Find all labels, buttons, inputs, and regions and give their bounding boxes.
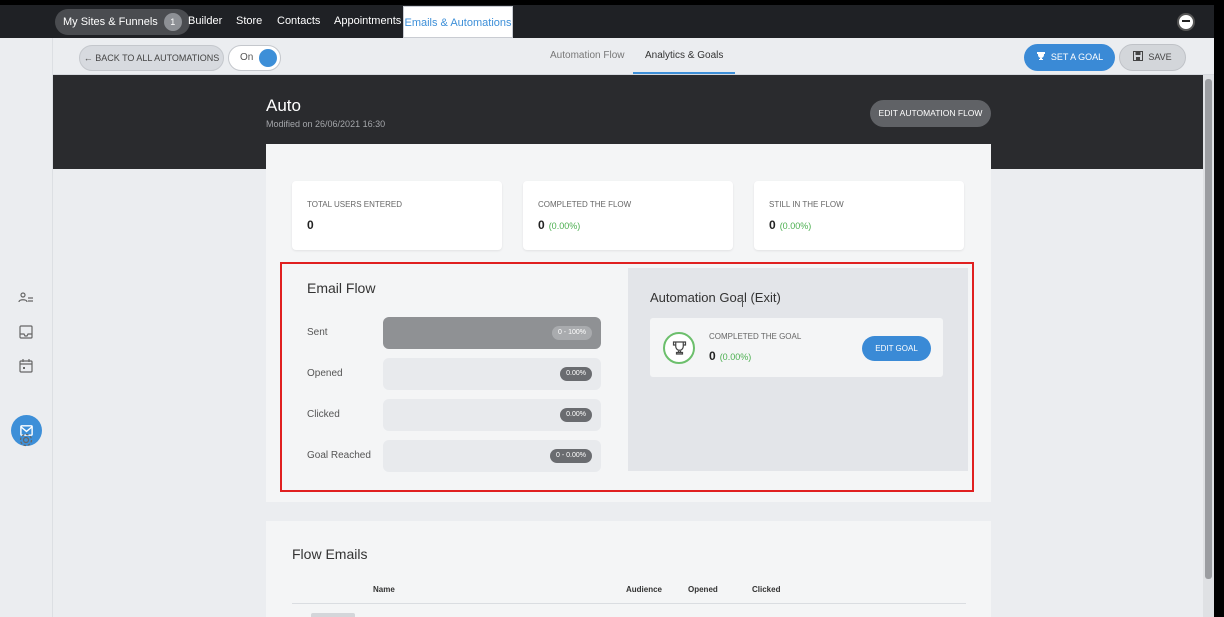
tab-analytics-goals[interactable]: Analytics & Goals [633,38,736,74]
nav-my-sites-funnels[interactable]: My Sites & Funnels 1 [55,9,190,35]
highlight-box [280,262,974,492]
column-header-clicked[interactable]: Clicked [752,585,780,594]
screen-frame: My Sites & Funnels 1 Builder Store Conta… [0,0,1224,617]
stat-value: 0 (0.00%) [769,218,812,232]
nav-contacts[interactable]: Contacts [277,5,320,38]
page-title: Auto [266,96,301,115]
nav-builder[interactable]: Builder [188,5,222,38]
column-header-opened[interactable]: Opened [688,585,718,594]
trophy-icon [1036,52,1045,60]
stat-label: COMPLETED THE FLOW [538,200,632,209]
stat-label: STILL IN THE FLOW [769,200,844,209]
tab-automation-flow[interactable]: Automation Flow [550,38,624,74]
calendar-icon[interactable] [18,358,34,374]
set-a-goal-label: SET A GOAL [1050,52,1104,62]
stat-value: 0 [307,218,314,232]
top-navigation: My Sites & Funnels 1 Builder Store Conta… [0,5,1214,38]
back-to-automations-button[interactable]: ← BACK TO ALL AUTOMATIONS [79,45,224,71]
column-header-audience[interactable]: Audience [626,585,662,594]
gear-icon[interactable] [18,432,34,448]
column-header-name[interactable]: Name [373,585,395,594]
save-label: SAVE [1148,52,1172,62]
set-a-goal-button[interactable]: SET A GOAL [1024,44,1115,71]
toggle-label: On [240,52,254,63]
nav-emails-automations[interactable]: Emails & Automations [403,6,513,38]
left-sidebar [0,38,53,617]
nav-appointments[interactable]: Appointments [334,5,401,38]
toggle-knob [259,49,277,67]
edit-automation-flow-button[interactable]: EDIT AUTOMATION FLOW [870,100,991,127]
sites-count-badge: 1 [163,13,182,31]
save-button[interactable]: SAVE [1119,44,1186,71]
stat-completed-flow: COMPLETED THE FLOW 0 (0.00%) [523,181,733,250]
contacts-people-icon[interactable] [18,290,34,306]
nav-my-sites-label: My Sites & Funnels [63,16,158,28]
stat-total-users: TOTAL USERS ENTERED 0 [292,181,502,250]
save-disk-icon [1133,51,1144,61]
scrollbar-thumb[interactable] [1205,79,1212,579]
page-scrollbar[interactable] [1203,75,1214,617]
nav-store[interactable]: Store [236,5,262,38]
divider [292,603,966,604]
email-thumbnail[interactable] [311,613,355,617]
flow-emails-title: Flow Emails [292,546,368,562]
modified-date: Modified on 26/06/2021 16:30 [266,119,386,129]
app-window: My Sites & Funnels 1 Builder Store Conta… [0,5,1214,617]
stat-percent: (0.00%) [548,221,581,231]
stat-percent: (0.00%) [779,221,812,231]
automation-on-toggle[interactable]: On [228,45,281,71]
stat-still-in-flow: STILL IN THE FLOW 0 (0.00%) [754,181,964,250]
inbox-icon[interactable] [18,324,34,340]
automation-toolbar: ← BACK TO ALL AUTOMATIONS On Automation … [53,38,1214,75]
stat-label: TOTAL USERS ENTERED [307,200,402,209]
user-avatar-icon[interactable] [1177,13,1195,31]
stat-value: 0 (0.00%) [538,218,581,232]
